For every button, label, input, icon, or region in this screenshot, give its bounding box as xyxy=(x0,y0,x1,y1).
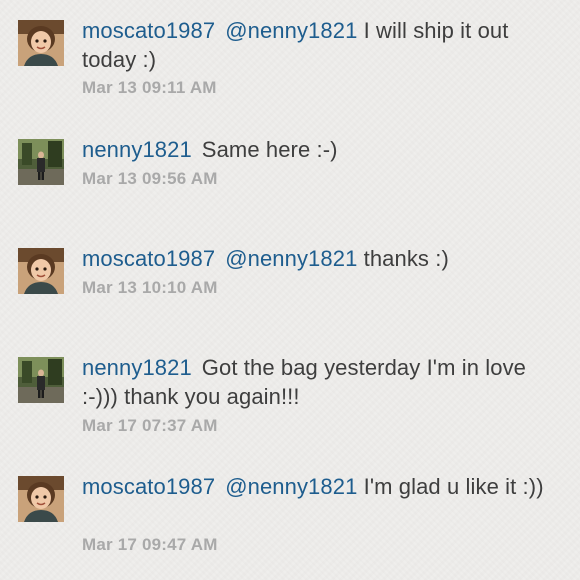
comment-body: I'm glad u like it :)) xyxy=(357,474,544,499)
avatar[interactable] xyxy=(18,20,64,66)
user-avatar-icon xyxy=(18,139,64,185)
avatar[interactable] xyxy=(18,476,64,522)
username-link[interactable]: moscato1987 xyxy=(82,474,215,499)
mention-link[interactable]: @nenny1821 xyxy=(225,474,357,499)
username-link[interactable]: nenny1821 xyxy=(82,355,192,380)
comment-text: moscato1987 @nenny1821 thanks :) xyxy=(82,244,552,273)
user-avatar-icon xyxy=(18,476,64,522)
user-avatar-icon xyxy=(18,248,64,294)
timestamp: Mar 17 07:37 AM xyxy=(82,416,218,435)
username-link[interactable]: nenny1821 xyxy=(82,137,192,162)
avatar[interactable] xyxy=(18,139,64,185)
user-avatar-icon xyxy=(18,357,64,403)
timestamp: Mar 17 09:47 AM xyxy=(82,535,218,554)
timestamp: Mar 13 10:10 AM xyxy=(82,278,218,297)
comment-body: thanks :) xyxy=(357,246,449,271)
comment-text: moscato1987 @nenny1821 I'm glad u like it… xyxy=(82,472,552,501)
mention-link[interactable]: @nenny1821 xyxy=(225,246,357,271)
avatar[interactable] xyxy=(18,357,64,403)
username-link[interactable]: moscato1987 xyxy=(82,246,215,271)
comment-body: Same here :-) xyxy=(201,137,338,162)
timestamp: Mar 13 09:11 AM xyxy=(82,78,217,97)
timestamp: Mar 13 09:56 AM xyxy=(82,169,218,188)
user-avatar-icon xyxy=(18,20,64,66)
comment-text: nenny1821 Same here :-) xyxy=(82,135,552,164)
comment-thread: moscato1987 @nenny1821 I will ship it out… xyxy=(0,0,580,580)
avatar[interactable] xyxy=(18,248,64,294)
comment-text: moscato1987 @nenny1821 I will ship it out… xyxy=(82,16,552,74)
comment-text: nenny1821 Got the bag yesterday I'm in lo… xyxy=(82,353,552,411)
username-link[interactable]: moscato1987 xyxy=(82,18,215,43)
mention-link[interactable]: @nenny1821 xyxy=(225,18,357,43)
